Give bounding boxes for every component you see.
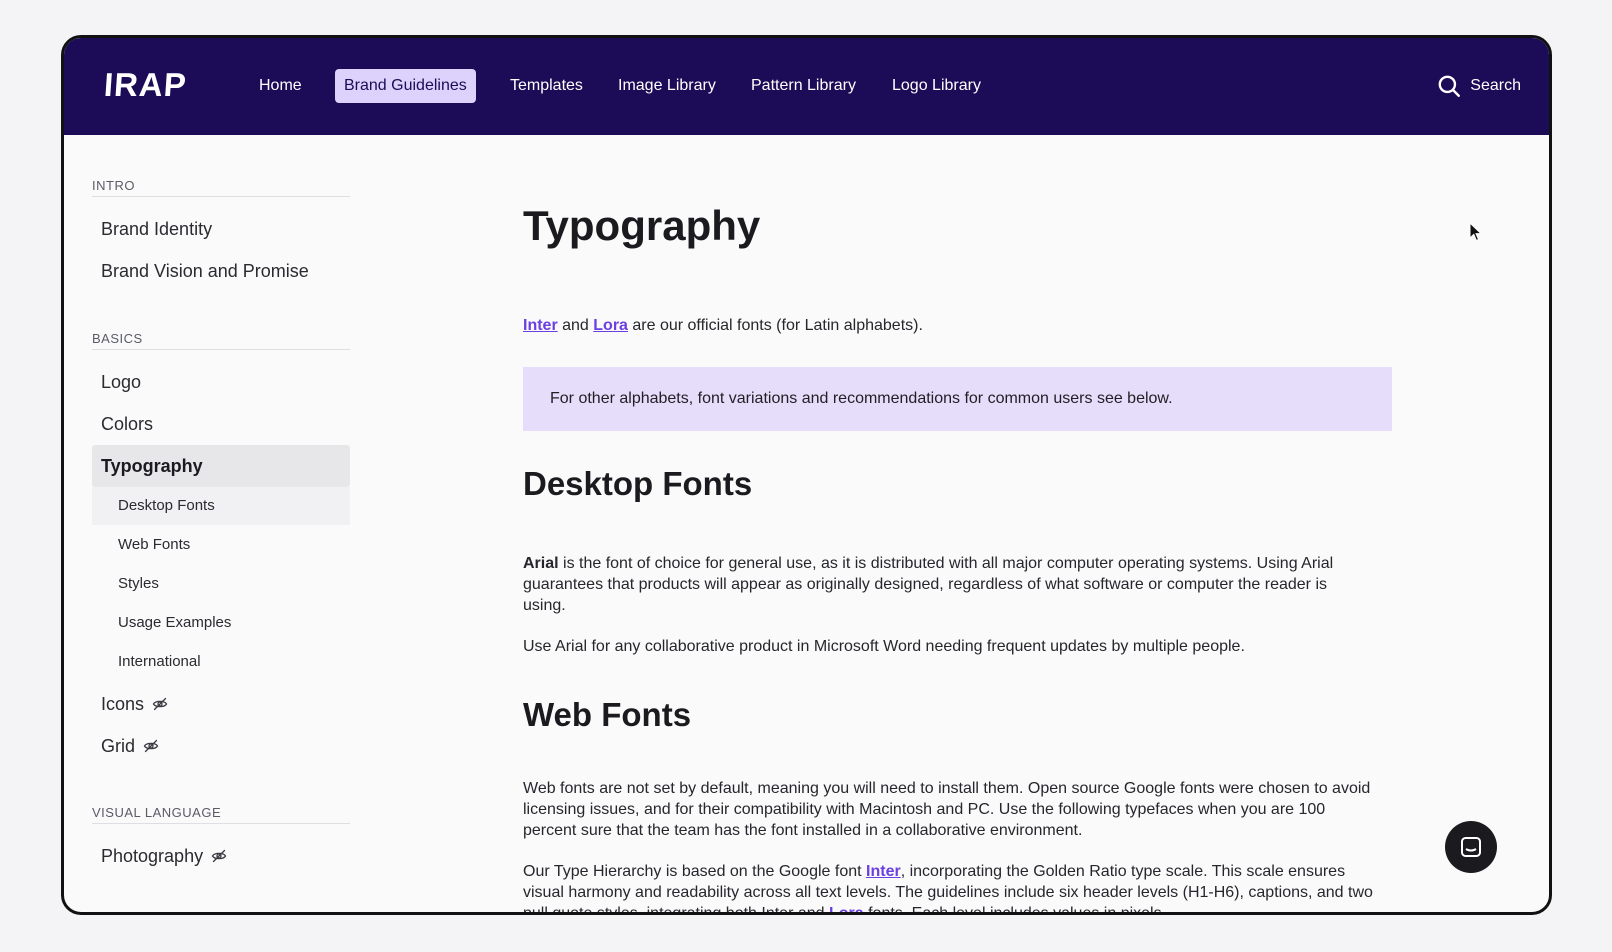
sidebar-item-brand-identity[interactable]: Brand Identity xyxy=(92,208,350,250)
sidebar-item-grid[interactable]: Grid xyxy=(92,725,350,767)
paragraph-text: fonts. Each level includes values in pix… xyxy=(863,905,1162,915)
inter-link[interactable]: Inter xyxy=(866,863,901,880)
search-icon xyxy=(1436,73,1462,99)
nav-home[interactable]: Home xyxy=(250,69,311,103)
sidebar-subitem-web-fonts[interactable]: Web Fonts xyxy=(92,526,350,564)
nav-brand-guidelines[interactable]: Brand Guidelines xyxy=(335,69,476,103)
lora-link[interactable]: Lora xyxy=(593,317,628,334)
web-fonts-heading: Web Fonts xyxy=(523,696,692,733)
page-title: Typography xyxy=(523,202,761,249)
sidebar-subitem-styles[interactable]: Styles xyxy=(92,565,350,603)
desktop-fonts-note: Use Arial for any collaborative product … xyxy=(523,638,1245,655)
section-divider xyxy=(92,823,350,824)
sidebar-item-colors[interactable]: Colors xyxy=(92,403,350,445)
arial-bold: Arial xyxy=(523,555,559,572)
paragraph-text: is the font of choice for general use, a… xyxy=(523,555,1334,614)
desktop-fonts-heading: Desktop Fonts xyxy=(523,465,753,502)
eye-slash-icon xyxy=(143,738,159,754)
sidebar-item-label: Grid xyxy=(101,736,136,756)
sidebar-subitem-desktop-fonts[interactable]: Desktop Fonts xyxy=(92,487,350,525)
sidebar-item-brand-vision[interactable]: Brand Vision and Promise xyxy=(92,250,350,292)
search-label: Search xyxy=(1470,77,1521,94)
nav-logo-library[interactable]: Logo Library xyxy=(883,69,990,103)
paragraph-text: Our Type Hierarchy is based on the Googl… xyxy=(523,863,867,880)
nav-pattern-library[interactable]: Pattern Library xyxy=(742,69,865,103)
cursor-icon xyxy=(1469,222,1483,242)
section-divider xyxy=(92,196,350,197)
info-callout: For other alphabets, font variations and… xyxy=(523,367,1392,431)
section-label-basics: BASICS xyxy=(92,331,143,346)
sidebar-item-label: Photography xyxy=(101,846,204,866)
nav-templates[interactable]: Templates xyxy=(501,69,592,103)
section-divider xyxy=(92,349,350,350)
section-label-visual-language: VISUAL LANGUAGE xyxy=(92,805,222,820)
intro-text: are our official fonts (for Latin alphab… xyxy=(627,317,923,334)
sidebar-subitem-usage-examples[interactable]: Usage Examples xyxy=(92,604,350,642)
sidebar-item-label: Icons xyxy=(101,694,145,714)
lora-link[interactable]: Lora xyxy=(829,905,864,912)
browser-frame: IRAP Home Brand Guidelines Templates Ima… xyxy=(61,35,1552,915)
web-fonts-paragraph: Web fonts are not set by default, meanin… xyxy=(523,780,1371,839)
intro-paragraph: Inter and Lora are our official fonts (f… xyxy=(523,315,1373,336)
nav-image-library[interactable]: Image Library xyxy=(609,69,725,103)
sidebar-item-typography[interactable]: Typography xyxy=(92,445,350,487)
sidebar-item-logo[interactable]: Logo xyxy=(92,361,350,403)
sidebar-subitem-international[interactable]: International xyxy=(92,643,350,681)
type-hierarchy-paragraph: Our Type Hierarchy is based on the Googl… xyxy=(523,861,1373,915)
top-navigation-bar: IRAP Home Brand Guidelines Templates Ima… xyxy=(64,38,1549,135)
chat-button[interactable] xyxy=(1445,821,1497,873)
eye-slash-icon xyxy=(152,696,168,712)
irap-logo[interactable]: IRAP xyxy=(103,66,188,104)
eye-slash-icon xyxy=(211,848,227,864)
section-label-intro: INTRO xyxy=(92,178,135,193)
search-button[interactable]: Search xyxy=(1436,71,1521,101)
chat-icon xyxy=(1461,837,1481,857)
sidebar-item-photography[interactable]: Photography xyxy=(92,835,350,877)
intro-text: and xyxy=(557,317,594,334)
desktop-fonts-paragraph: Arial is the font of choice for general … xyxy=(523,553,1373,616)
sidebar-item-icons[interactable]: Icons xyxy=(92,683,350,725)
inter-link[interactable]: Inter xyxy=(523,317,558,334)
